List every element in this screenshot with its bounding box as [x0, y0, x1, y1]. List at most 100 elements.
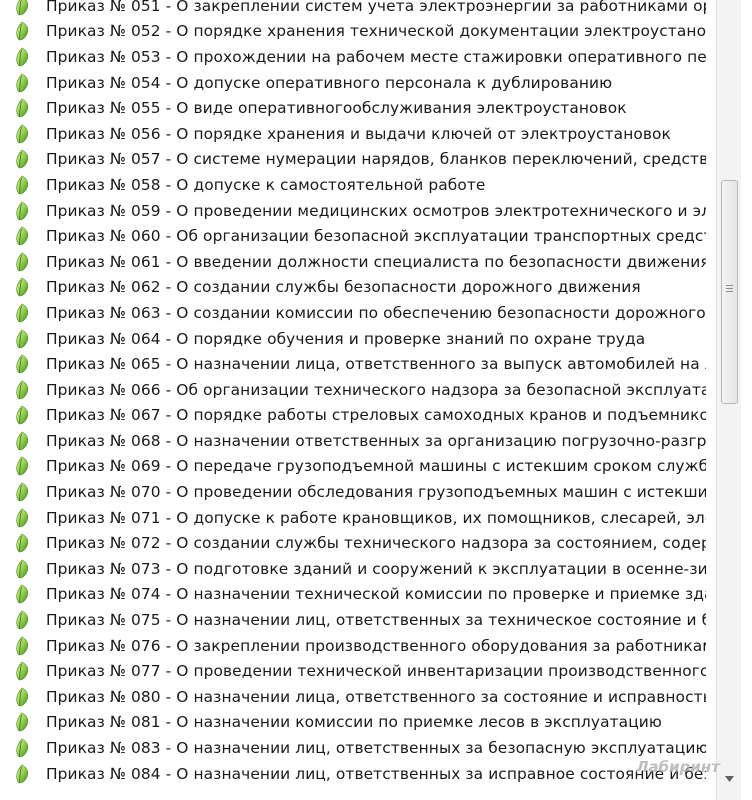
list-item-label: Приказ № 065 - О назначении лица, ответс…: [46, 355, 706, 374]
green-leaf-icon: [12, 558, 32, 580]
list-item-label: Приказ № 067 - О порядке работы стреловы…: [46, 406, 706, 425]
watermark: Лабиринт: [636, 758, 720, 776]
list-item-label: Приказ № 077 - О проведении технической …: [46, 662, 706, 681]
list-item-label: Приказ № 058 - О допуске к самостоятельн…: [46, 175, 486, 194]
list-item-label: Приказ № 070 - О проведении обследования…: [46, 483, 706, 502]
green-leaf-icon: [12, 97, 32, 119]
list-item-label: Приказ № 066 - Об организации техническо…: [46, 380, 706, 399]
list-item-label: Приказ № 061 - О введении должности спец…: [46, 252, 706, 271]
document-list: Приказ № 051 - О закреплении систем учет…: [12, 0, 712, 786]
list-item-label: Приказ № 080 - О назначении лица, ответс…: [46, 687, 706, 706]
list-item[interactable]: Приказ № 060 - Об организации безопасной…: [12, 223, 712, 249]
green-leaf-icon: [12, 148, 32, 170]
list-item[interactable]: Приказ № 072 - О создании службы техниче…: [12, 530, 712, 556]
list-item[interactable]: Приказ № 058 - О допуске к самостоятельн…: [12, 172, 712, 198]
list-item[interactable]: Приказ № 059 - О проведении медицинских …: [12, 198, 712, 224]
green-leaf-icon: [12, 328, 32, 350]
list-item-label: Приказ № 056 - О порядке хранения и выда…: [46, 124, 671, 143]
document-tree-window: Приказ № 051 - О закреплении систем учет…: [0, 0, 752, 800]
list-item[interactable]: Приказ № 066 - Об организации техническо…: [12, 377, 712, 403]
list-item[interactable]: Приказ № 080 - О назначении лица, ответс…: [12, 684, 712, 710]
green-leaf-icon: [12, 507, 32, 529]
list-item[interactable]: Приказ № 051 - О закреплении систем учет…: [12, 0, 712, 19]
green-leaf-icon: [12, 0, 32, 17]
green-leaf-icon: [12, 20, 32, 42]
list-item[interactable]: Приказ № 052 - О порядке хранения технич…: [12, 19, 712, 45]
green-leaf-icon: [12, 737, 32, 759]
green-leaf-icon: [12, 123, 32, 145]
green-leaf-icon: [12, 379, 32, 401]
list-item[interactable]: Приказ № 054 - О допуске оперативного пе…: [12, 70, 712, 96]
list-item[interactable]: Приказ № 084 - О назначении лиц, ответст…: [12, 761, 712, 787]
list-item[interactable]: Приказ № 055 - О виде оперативногообслуж…: [12, 95, 712, 121]
list-item[interactable]: Приказ № 063 - О создании комиссии по об…: [12, 300, 712, 326]
green-leaf-icon: [12, 302, 32, 324]
list-item[interactable]: Приказ № 076 - О закреплении производств…: [12, 633, 712, 659]
green-leaf-icon: [12, 72, 32, 94]
list-item-label: Приказ № 055 - О виде оперативногообслуж…: [46, 99, 627, 118]
green-leaf-icon: [12, 532, 32, 554]
grip-lines-icon: [726, 288, 733, 289]
list-item-label: Приказ № 072 - О создании службы техниче…: [46, 534, 706, 553]
list-item-label: Приказ № 075 - О назначении лиц, ответст…: [46, 611, 706, 630]
list-item[interactable]: Приказ № 068 - О назначении ответственны…: [12, 428, 712, 454]
list-item-label: Приказ № 073 - О подготовке зданий и соо…: [46, 559, 706, 578]
list-item[interactable]: Приказ № 071 - О допуске к работе кранов…: [12, 505, 712, 531]
grip-lines-icon: [726, 285, 733, 286]
list-item[interactable]: Приказ № 064 - О порядке обучения и пров…: [12, 326, 712, 352]
list-item-label: Приказ № 057 - О системе нумерации наряд…: [46, 150, 706, 169]
list-item-label: Приказ № 076 - О закреплении производств…: [46, 636, 706, 655]
list-item-label: Приказ № 083 - О назначении лиц, ответст…: [46, 739, 706, 758]
grip-lines-icon: [726, 291, 733, 292]
list-item[interactable]: Приказ № 075 - О назначении лиц, ответст…: [12, 607, 712, 633]
green-leaf-icon: [12, 46, 32, 68]
list-item[interactable]: Приказ № 057 - О системе нумерации наряд…: [12, 147, 712, 173]
list-item-label: Приказ № 060 - Об организации безопасной…: [46, 227, 706, 246]
green-leaf-icon: [12, 353, 32, 375]
list-item[interactable]: Приказ № 081 - О назначении комиссии по …: [12, 710, 712, 736]
green-leaf-icon: [12, 174, 32, 196]
vertical-scrollbar[interactable]: [716, 0, 741, 800]
list-item[interactable]: Приказ № 074 - О назначении технической …: [12, 582, 712, 608]
list-item-label: Приказ № 064 - О порядке обучения и пров…: [46, 329, 646, 348]
list-item-label: Приказ № 071 - О допуске к работе кранов…: [46, 508, 706, 527]
list-item-label: Приказ № 084 - О назначении лиц, ответст…: [46, 764, 706, 783]
list-item-label: Приказ № 051 - О закреплении систем учет…: [46, 0, 706, 15]
green-leaf-icon: [12, 200, 32, 222]
list-item-label: Приказ № 063 - О создании комиссии по об…: [46, 303, 706, 322]
list-item-label: Приказ № 062 - О создании службы безопас…: [46, 278, 641, 297]
scrollbar-thumb[interactable]: [721, 180, 738, 404]
green-leaf-icon: [12, 404, 32, 426]
list-item-label: Приказ № 052 - О порядке хранения технич…: [46, 22, 706, 41]
green-leaf-icon: [12, 430, 32, 452]
list-item[interactable]: Приказ № 077 - О проведении технической …: [12, 658, 712, 684]
chevron-down-icon: [724, 776, 734, 782]
green-leaf-icon: [12, 225, 32, 247]
green-leaf-icon: [12, 481, 32, 503]
list-item[interactable]: Приказ № 083 - О назначении лиц, ответст…: [12, 735, 712, 761]
list-item[interactable]: Приказ № 053 - О прохождении на рабочем …: [12, 44, 712, 70]
list-item[interactable]: Приказ № 061 - О введении должности спец…: [12, 249, 712, 275]
list-item[interactable]: Приказ № 067 - О порядке работы стреловы…: [12, 403, 712, 429]
green-leaf-icon: [12, 660, 32, 682]
list-item[interactable]: Приказ № 073 - О подготовке зданий и соо…: [12, 556, 712, 582]
scroll-down-button[interactable]: [721, 770, 737, 788]
green-leaf-icon: [12, 635, 32, 657]
list-item-label: Приказ № 069 - О передаче грузоподъемной…: [46, 457, 706, 476]
list-item-label: Приказ № 054 - О допуске оперативного пе…: [46, 73, 613, 92]
list-item-label: Приказ № 068 - О назначении ответственны…: [46, 431, 706, 450]
list-item[interactable]: Приказ № 070 - О проведении обследования…: [12, 479, 712, 505]
list-item[interactable]: Приказ № 065 - О назначении лица, ответс…: [12, 351, 712, 377]
list-item-label: Приказ № 059 - О проведении медицинских …: [46, 201, 706, 220]
list-item[interactable]: Приказ № 069 - О передаче грузоподъемной…: [12, 454, 712, 480]
green-leaf-icon: [12, 763, 32, 785]
list-item-label: Приказ № 074 - О назначении технической …: [46, 585, 706, 604]
green-leaf-icon: [12, 455, 32, 477]
green-leaf-icon: [12, 276, 32, 298]
list-item[interactable]: Приказ № 056 - О порядке хранения и выда…: [12, 121, 712, 147]
green-leaf-icon: [12, 609, 32, 631]
list-item-label: Приказ № 081 - О назначении комиссии по …: [46, 713, 662, 732]
green-leaf-icon: [12, 711, 32, 733]
list-item[interactable]: Приказ № 062 - О создании службы безопас…: [12, 275, 712, 301]
green-leaf-icon: [12, 251, 32, 273]
